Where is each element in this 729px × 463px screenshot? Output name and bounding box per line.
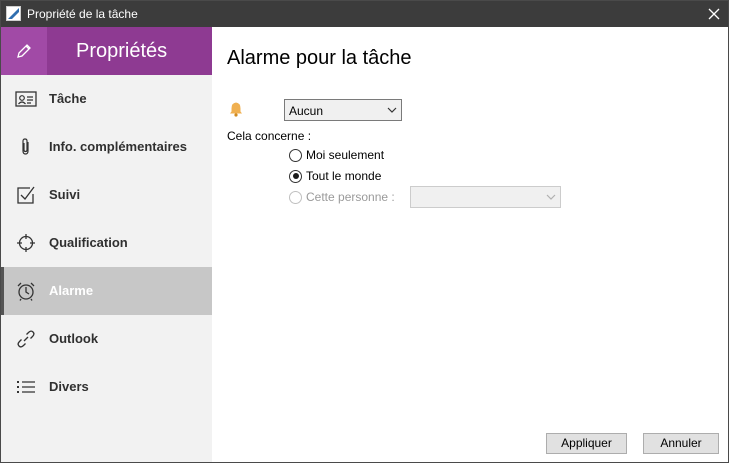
bell-icon (230, 102, 242, 117)
link-icon (15, 328, 37, 350)
active-indicator (1, 267, 4, 315)
radio-label: Cette personne : (306, 190, 395, 204)
chevron-down-icon (546, 194, 556, 200)
list-icon (15, 376, 37, 398)
app-icon (6, 6, 21, 21)
sidebar-item-divers[interactable]: Divers (1, 363, 212, 411)
page-title: Alarme pour la tâche (227, 47, 412, 69)
pencil-icon-box (1, 27, 47, 75)
close-button[interactable] (700, 1, 728, 27)
sidebar-item-qualification[interactable]: Qualification (1, 219, 212, 267)
sidebar-item-info[interactable]: Info. complémentaires (1, 123, 212, 171)
concern-label: Cela concerne : (227, 129, 312, 143)
sidebar-item-label: Alarme (49, 283, 94, 298)
title-bar: Propriété de la tâche (1, 1, 728, 27)
id-card-icon (15, 88, 37, 110)
main-panel: Alarme pour la tâche Aucun Cela concerne… (212, 27, 728, 462)
pencil-icon (17, 44, 31, 58)
sidebar-item-label: Suivi (49, 187, 81, 202)
radio-label: Moi seulement (306, 148, 385, 162)
chevron-down-icon (387, 107, 397, 113)
radio-button[interactable] (289, 148, 302, 162)
alarm-select-value: Aucun (289, 104, 324, 118)
paperclip-icon (15, 136, 37, 158)
sidebar-header: Propriétés (1, 27, 212, 75)
sidebar-item-label: Divers (49, 379, 89, 394)
sidebar-title: Propriétés (76, 40, 168, 62)
close-icon (708, 8, 720, 20)
alarm-select[interactable]: Aucun (284, 99, 402, 121)
sidebar-item-label: Info. complémentaires (49, 139, 187, 154)
cancel-button[interactable]: Annuler (643, 433, 719, 454)
sidebar-item-label: Qualification (49, 235, 128, 250)
sidebar-item-alarme[interactable]: Alarme (1, 267, 212, 315)
sidebar-item-label: Tâche (49, 91, 87, 106)
dialog-window: Propriété de la tâche Propriétés Tâche I… (0, 0, 729, 463)
sidebar-item-label: Outlook (49, 331, 99, 346)
radio-label: Tout le monde (306, 169, 382, 183)
alarm-clock-icon (15, 280, 37, 302)
radio-button[interactable] (289, 190, 302, 204)
sidebar: Propriétés Tâche Info. complémentaires S… (1, 27, 212, 462)
apply-button[interactable]: Appliquer (546, 433, 627, 454)
sidebar-item-outlook[interactable]: Outlook (1, 315, 212, 363)
radio-everyone[interactable]: Tout le monde (289, 168, 381, 184)
radio-this-person[interactable]: Cette personne : (289, 189, 395, 205)
radio-only-me[interactable]: Moi seulement (289, 147, 384, 163)
window-title: Propriété de la tâche (27, 7, 138, 21)
sidebar-item-suivi[interactable]: Suivi (1, 171, 212, 219)
crosshair-icon (15, 232, 37, 254)
radio-button[interactable] (289, 169, 302, 183)
person-select[interactable] (410, 186, 561, 208)
checkbox-icon (15, 184, 37, 206)
sidebar-item-tache[interactable]: Tâche (1, 75, 212, 123)
